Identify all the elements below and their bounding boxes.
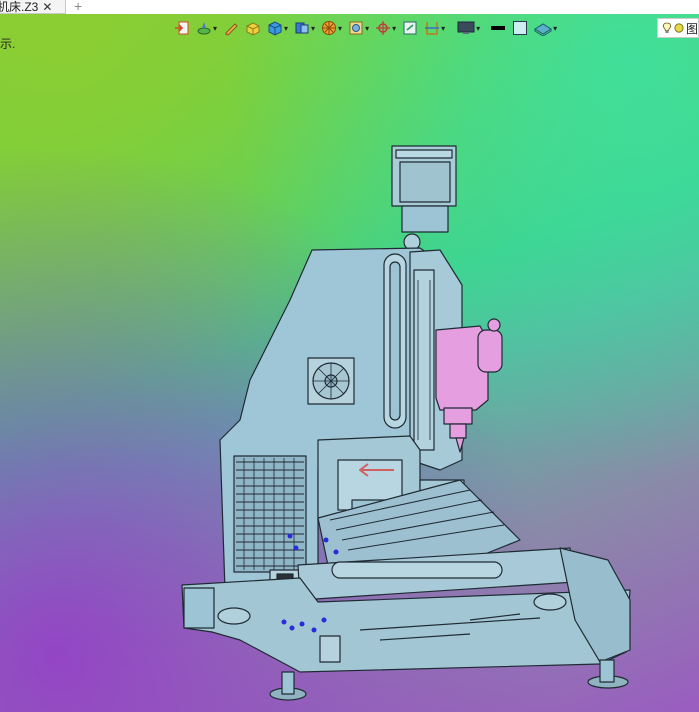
z-stepper-motor <box>391 145 457 251</box>
cnc-machine-model[interactable] <box>0 0 699 712</box>
